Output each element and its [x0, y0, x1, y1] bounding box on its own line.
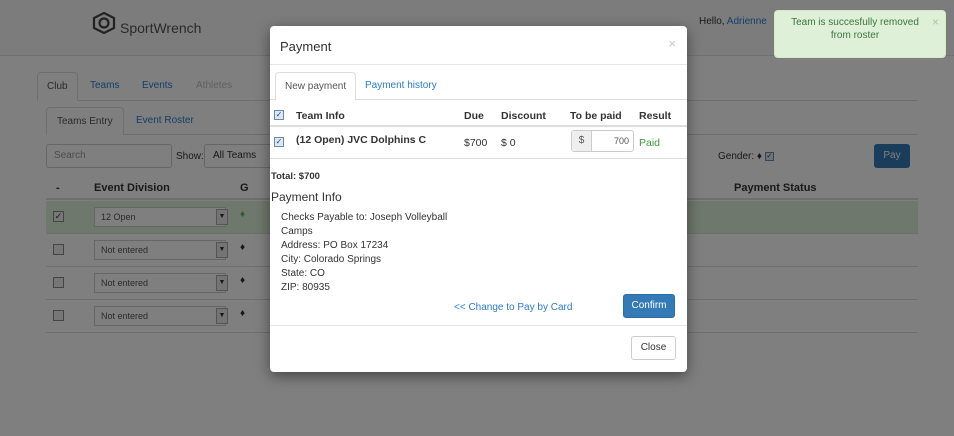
tab-payment-history[interactable]: Payment history [356, 72, 446, 101]
row-divider [270, 158, 687, 159]
toast-message: Team is succesfully removed from roster [791, 17, 919, 41]
result-status: Paid [639, 137, 661, 149]
team-name: (12 Open) JVC Dolphins C [296, 134, 427, 146]
payment-info-line: Camps [281, 226, 313, 237]
col-to-be-paid: To be paid [570, 110, 622, 122]
payment-info-title: Payment Info [271, 190, 342, 204]
payment-info-line: Checks Payable to: Joseph Volleyball [281, 212, 448, 223]
tab-new-payment[interactable]: New payment [275, 72, 357, 101]
payment-info-line: State: CO [281, 268, 325, 279]
close-icon[interactable]: × [932, 16, 939, 29]
select-all-checkbox[interactable]: ✓ [274, 110, 284, 120]
amount-input-group[interactable]: $ 700 [571, 130, 634, 152]
payment-info-line: City: Colorado Springs [281, 254, 382, 265]
col-team-info: Team Info [296, 110, 345, 122]
payment-tabs: New payment Payment history [270, 72, 687, 101]
modal-footer-divider [270, 325, 687, 326]
payment-modal: Payment × New payment Payment history ✓ … [270, 26, 687, 372]
amount-input[interactable]: 700 [614, 136, 629, 146]
close-icon[interactable]: × [668, 36, 676, 51]
success-toast: Team is succesfully removed from roster … [774, 10, 946, 58]
payment-info-line: ZIP: 80935 [281, 282, 330, 293]
due-amount: $700 [464, 137, 488, 149]
confirm-button[interactable]: Confirm [623, 294, 675, 318]
col-due: Due [464, 110, 484, 122]
modal-title: Payment [280, 39, 332, 54]
modal-header: Payment × [270, 26, 687, 65]
close-button[interactable]: Close [631, 336, 676, 360]
header-divider [270, 125, 687, 127]
col-result: Result [639, 110, 672, 122]
payment-info-line: Address: PO Box 17234 [281, 240, 389, 251]
currency-addon: $ [572, 131, 592, 151]
row-checkbox[interactable]: ✓ [274, 137, 284, 147]
col-discount: Discount [501, 110, 546, 122]
change-to-card-link[interactable]: << Change to Pay by Card [454, 302, 572, 313]
discount-amount: $ 0 [501, 137, 516, 149]
total-amount: Total: $700 [271, 171, 320, 182]
